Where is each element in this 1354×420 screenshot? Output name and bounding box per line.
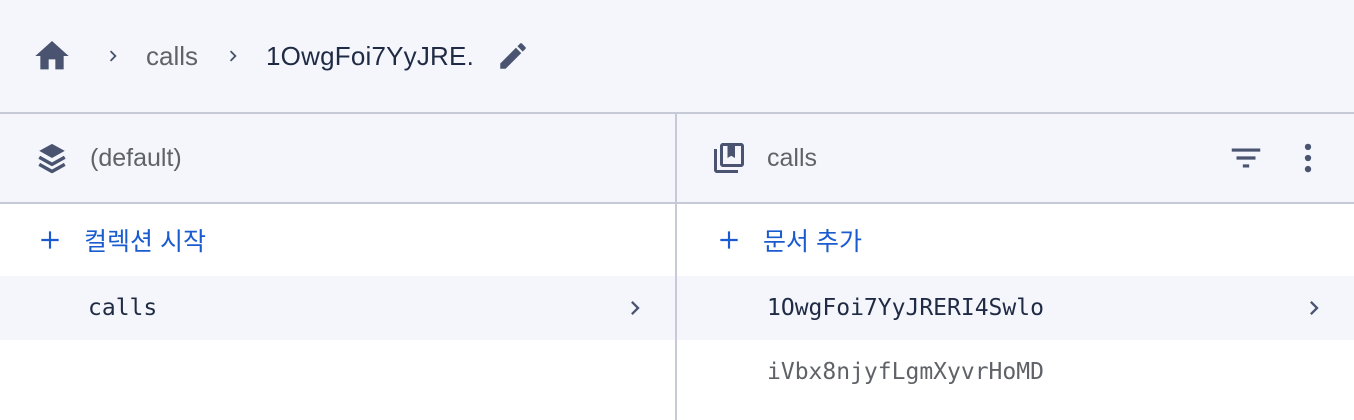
database-panel-header: (default) [0, 114, 675, 204]
database-panel: (default) 컬렉션 시작 calls [0, 114, 677, 420]
breadcrumb-item-document[interactable]: 1OwgFoi7YyJRE. [266, 41, 474, 72]
collection-panel-header: calls [677, 114, 1354, 204]
chevron-right-icon [222, 45, 244, 67]
chevron-right-icon [621, 294, 649, 322]
collection-panel: calls 문서 추가 1OwgFoi7YyJRERI4Swlo iVbx8nj… [677, 114, 1354, 420]
breadcrumb: calls 1OwgFoi7YyJRE. [0, 0, 1354, 114]
breadcrumb-item-calls[interactable]: calls [146, 41, 198, 72]
database-title: (default) [90, 143, 182, 172]
plus-icon [715, 226, 743, 254]
add-document-button[interactable]: 문서 추가 [677, 204, 1354, 276]
filter-icon[interactable] [1226, 138, 1266, 178]
start-collection-label: 컬렉션 시작 [84, 228, 206, 256]
collection-title: calls [767, 143, 818, 172]
collection-item-calls[interactable]: calls [0, 276, 675, 340]
collection-item-label: calls [88, 295, 158, 321]
document-item-label: 1OwgFoi7YyJRERI4Swlo [767, 295, 1044, 321]
database-stack-icon [34, 140, 70, 176]
document-item[interactable]: 1OwgFoi7YyJRERI4Swlo [677, 276, 1354, 340]
add-document-label: 문서 추가 [763, 228, 862, 256]
start-collection-button[interactable]: 컬렉션 시작 [0, 204, 675, 276]
chevron-right-icon [1300, 294, 1328, 322]
collection-actions [1226, 114, 1328, 202]
chevron-right-icon [102, 45, 124, 67]
document-item-label: iVbx8njyfLgmXyvrHoMD [767, 359, 1044, 385]
document-item[interactable]: iVbx8njyfLgmXyvrHoMD [677, 340, 1354, 404]
home-icon[interactable] [32, 36, 72, 76]
more-vert-icon[interactable] [1288, 138, 1328, 178]
pencil-icon[interactable] [496, 39, 530, 73]
plus-icon [36, 226, 64, 254]
collection-icon [711, 140, 747, 176]
